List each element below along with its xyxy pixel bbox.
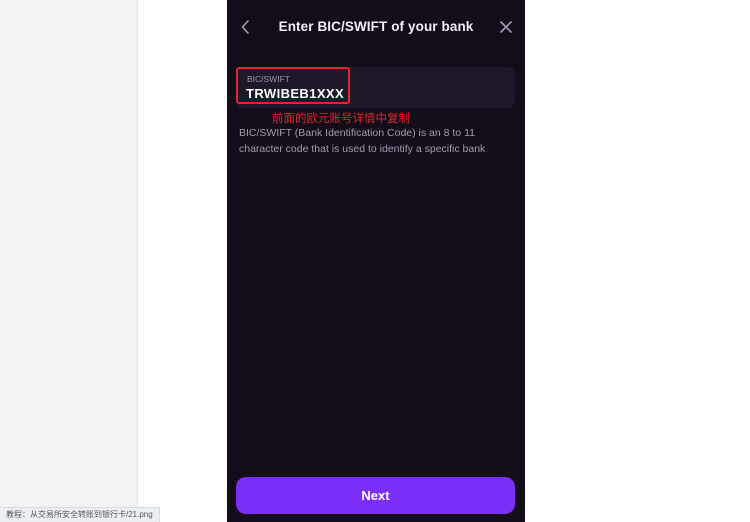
next-button[interactable]: Next (236, 477, 515, 514)
close-icon (499, 20, 513, 39)
page-title: Enter BIC/SWIFT of your bank (278, 19, 474, 34)
back-button[interactable] (233, 16, 259, 42)
phone-screen: Enter BIC/SWIFT of your bank BIC/SWIFT T… (227, 0, 525, 522)
chevron-left-icon (240, 19, 252, 39)
left-side-panel (0, 0, 138, 522)
close-button[interactable] (493, 16, 519, 42)
copy-hint-annotation: 前面的欧元账号详情中复制 (272, 111, 410, 125)
header-bar: Enter BIC/SWIFT of your bank (227, 0, 525, 56)
image-path-status-bar: 教程：从交易所安全转账到银行卡/21.png (0, 507, 160, 522)
bic-help-text: BIC/SWIFT (Bank Identification Code) is … (239, 127, 486, 155)
bic-swift-field-value[interactable]: TRWIBEB1XXX (246, 86, 344, 101)
bic-swift-field-label: BIC/SWIFT (247, 74, 290, 84)
